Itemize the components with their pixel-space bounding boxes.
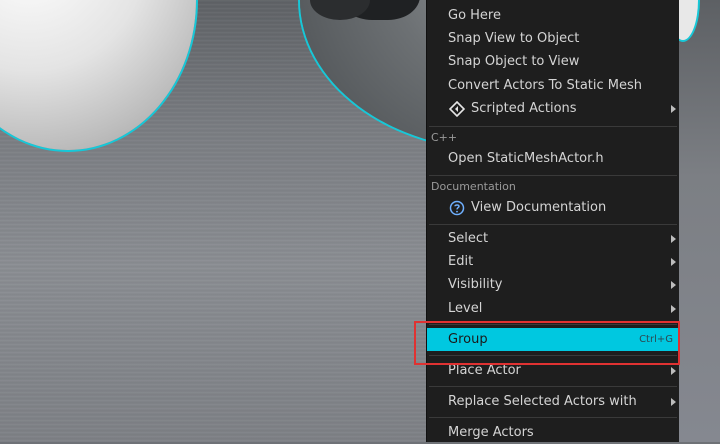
menu-separator <box>429 175 677 176</box>
menu-item-label: View Documentation <box>471 200 607 215</box>
menu-item-snap-object-to-view[interactable]: Snap Object to View <box>427 50 679 73</box>
section-heading-documentation: Documentation <box>431 180 516 193</box>
help-icon <box>449 200 465 216</box>
actor-context-menu: Go Here Snap View to Object Snap Object … <box>426 0 679 442</box>
menu-item-label: Convert Actors To Static Mesh <box>448 78 642 93</box>
submenu-arrow-icon <box>671 235 676 243</box>
menu-item-visibility[interactable]: Visibility <box>427 273 679 296</box>
menu-item-label: Snap View to Object <box>448 31 580 46</box>
menu-item-view-documentation[interactable]: View Documentation <box>427 196 679 219</box>
menu-item-label: Level <box>448 301 483 316</box>
menu-item-label: Edit <box>448 254 474 269</box>
menu-item-open-header[interactable]: Open StaticMeshActor.h <box>427 147 679 170</box>
menu-separator <box>429 386 677 387</box>
menu-item-label: Replace Selected Actors with <box>448 394 637 409</box>
menu-item-edit[interactable]: Edit <box>427 250 679 273</box>
menu-item-label: Visibility <box>448 277 503 292</box>
submenu-arrow-icon <box>671 367 676 375</box>
menu-item-replace-selected-actors[interactable]: Replace Selected Actors with <box>427 390 679 413</box>
menu-separator <box>429 417 677 418</box>
menu-item-label: Go Here <box>448 8 501 23</box>
menu-item-scripted-actions[interactable]: Scripted Actions <box>427 97 679 120</box>
menu-item-select[interactable]: Select <box>427 227 679 250</box>
menu-item-merge-actors[interactable]: Merge Actors <box>427 421 679 444</box>
menu-separator <box>429 224 677 225</box>
menu-item-label: Select <box>448 231 489 246</box>
menu-item-level[interactable]: Level <box>427 297 679 320</box>
menu-item-label: Open StaticMeshActor.h <box>448 151 604 166</box>
menu-item-label: Snap Object to View <box>448 54 580 69</box>
submenu-arrow-icon <box>671 398 676 406</box>
submenu-arrow-icon <box>671 305 676 313</box>
section-heading-cpp: C++ <box>431 131 458 144</box>
scripted-actions-icon <box>449 101 465 117</box>
menu-separator <box>429 126 677 127</box>
menu-item-go-here[interactable]: Go Here <box>427 4 679 27</box>
submenu-arrow-icon <box>671 258 676 266</box>
menu-item-label: Merge Actors <box>448 425 534 440</box>
menu-item-label: Scripted Actions <box>471 101 577 116</box>
submenu-arrow-icon <box>671 281 676 289</box>
menu-item-label: Place Actor <box>448 363 521 378</box>
annotation-highlight-box <box>414 321 680 365</box>
menu-item-snap-view-to-object[interactable]: Snap View to Object <box>427 27 679 50</box>
selected-sphere-white[interactable] <box>0 0 196 150</box>
viewport-edge <box>668 0 720 442</box>
menu-item-convert-actors-to-static-mesh[interactable]: Convert Actors To Static Mesh <box>427 74 679 97</box>
submenu-arrow-icon <box>671 105 676 113</box>
